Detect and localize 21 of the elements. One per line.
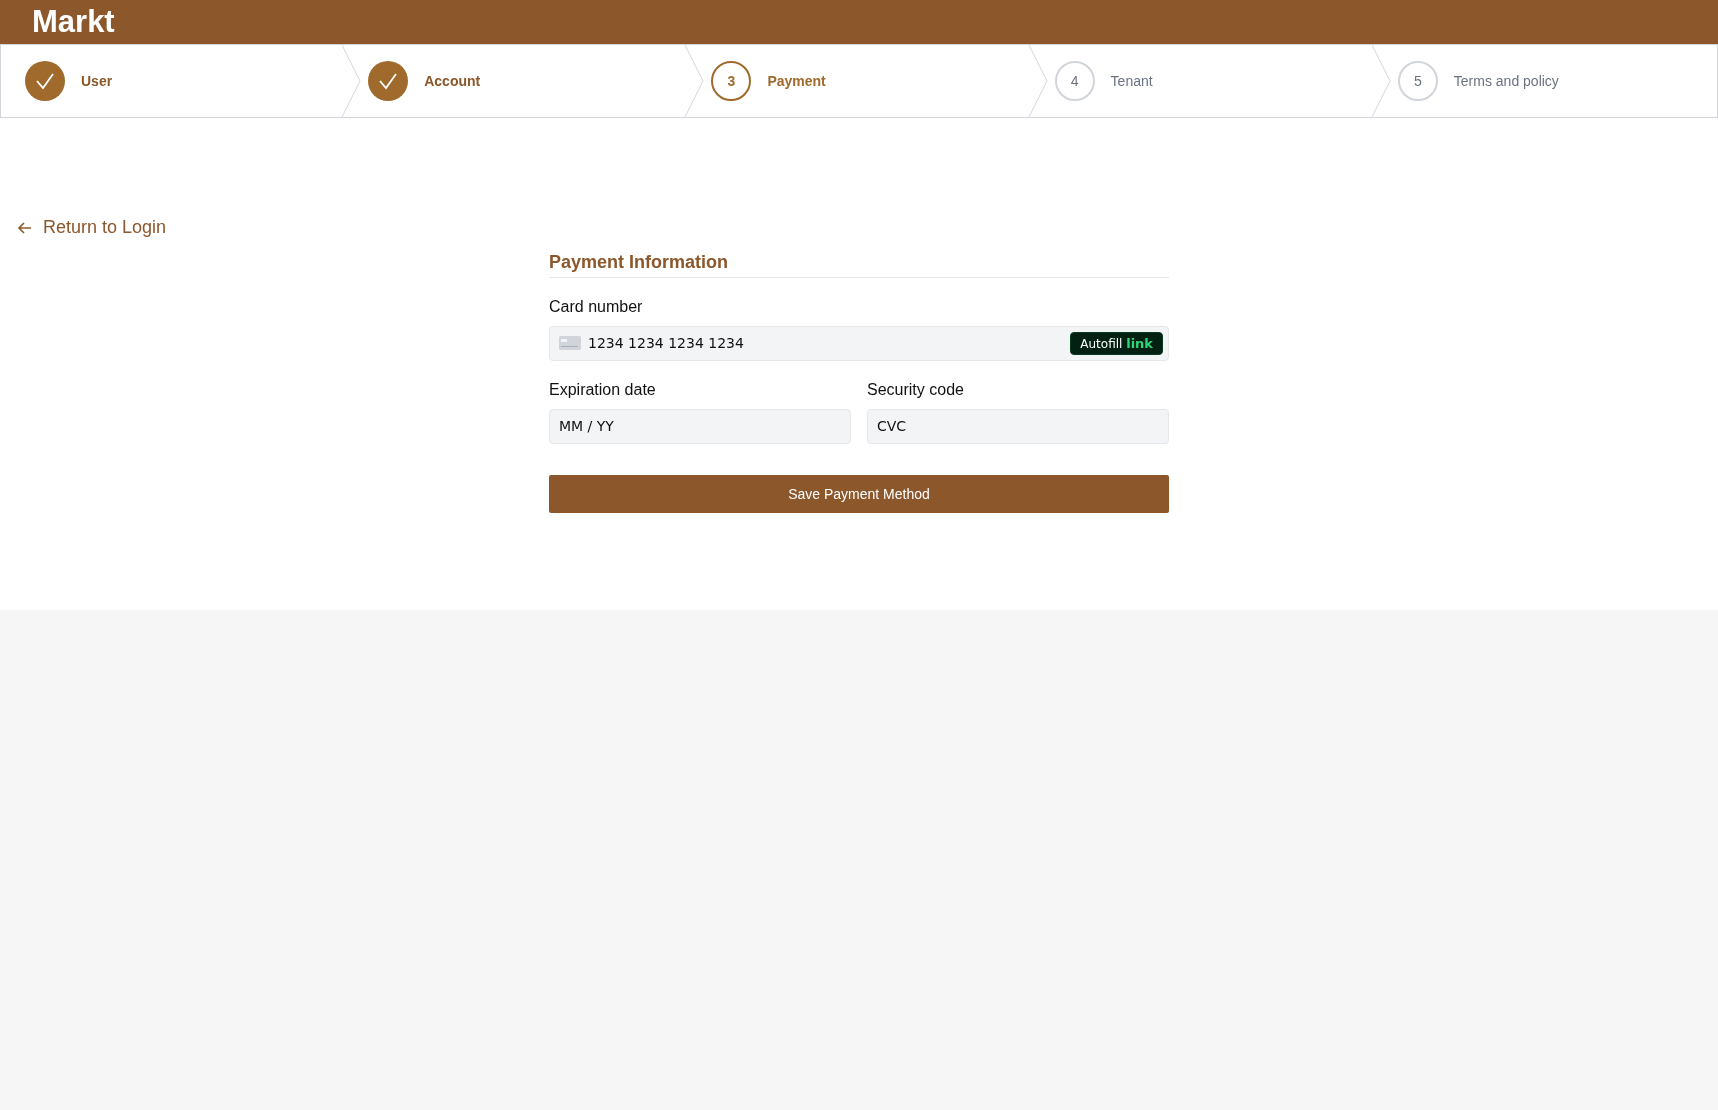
return-to-login-link[interactable]: Return to Login (17, 217, 167, 238)
expiration-date-field[interactable]: MM / YY (549, 408, 851, 444)
field-label: Expiration date (549, 380, 657, 399)
step-number: 4 (1054, 61, 1095, 101)
step-label[interactable]: Payment (767, 73, 826, 89)
step-number: 3 (711, 61, 752, 101)
step-label[interactable]: Tenant (1110, 73, 1153, 89)
section-title: Payment Information (549, 251, 1169, 278)
step-label[interactable]: Account (424, 73, 481, 89)
step-number: 5 (1397, 61, 1438, 101)
field-label: Security code (867, 380, 965, 399)
save-payment-method-button[interactable]: Save Payment Method (549, 474, 1169, 513)
app-title: Markt (32, 4, 115, 40)
security-code-field[interactable]: CVC (867, 408, 1169, 444)
autofill-link-button[interactable]: Autofill link (1070, 331, 1163, 355)
step-label[interactable]: Terms and policy (1453, 73, 1559, 89)
step-label[interactable]: User (81, 73, 113, 89)
field-label: Card number (549, 297, 644, 316)
card-number-field[interactable]: 1234 1234 1234 1234 Autofill link (549, 325, 1169, 361)
arrow-left-icon (17, 219, 33, 236)
credit-card-icon (559, 336, 581, 350)
